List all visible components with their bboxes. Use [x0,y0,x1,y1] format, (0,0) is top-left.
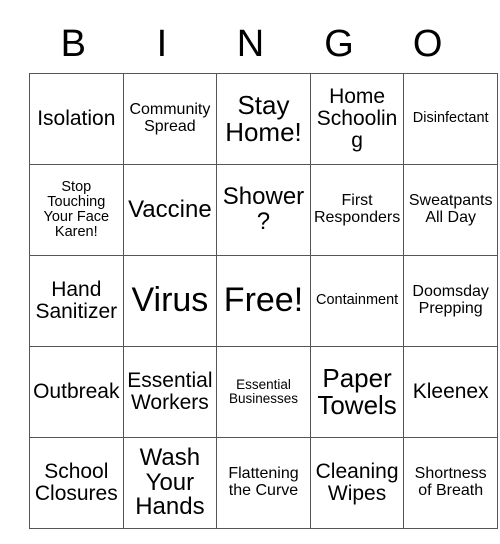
bingo-cell-label: Shortness of Breath [414,465,487,499]
bingo-card: B I N G O Isolation Community Spread Sta… [29,14,498,529]
bingo-cell-label: Shower? [222,183,305,235]
bingo-cell-label: Home Schooling [316,85,398,152]
bingo-cell-label: Kleenex [412,380,489,404]
bingo-cell-label: Cleaning Wipes [315,460,399,505]
bingo-cell-b1[interactable]: Isolation [29,73,124,165]
bingo-grid: Isolation Community Spread Stay Home! Ho… [29,73,498,529]
bingo-cell-o3[interactable]: Doomsday Prepping [403,255,498,347]
bingo-cell-label: School Closures [34,460,118,505]
bingo-cell-label: Virus [131,281,209,320]
bingo-row: Outbreak Essential Workers Essential Bus… [29,346,498,438]
bingo-cell-label: Wash Your Hands [135,443,205,521]
bingo-cell-o1[interactable]: Disinfectant [403,73,498,165]
bingo-cell-i5[interactable]: Wash Your Hands [122,437,218,529]
header-letter-i: I [156,22,168,65]
bingo-cell-g5[interactable]: Cleaning Wipes [309,437,405,529]
bingo-cell-g1[interactable]: Home Schooling [309,73,405,165]
bingo-row: Isolation Community Spread Stay Home! Ho… [29,73,498,165]
bingo-cell-label: Hand Sanitizer [35,278,118,323]
header-letter-b: B [60,22,86,65]
bingo-cell-label: Essential Workers [127,369,213,414]
bingo-cell-label: Paper Towels [317,362,397,420]
bingo-cell-label: Disinfectant [412,110,489,127]
bingo-cell-g4[interactable]: Paper Towels [309,346,405,438]
header-letter-n: N [236,22,265,65]
bingo-cell-label: Vaccine [128,195,212,223]
bingo-cell-label: First Responders [313,192,401,226]
bingo-cell-label: Stay Home! [225,89,302,147]
bingo-cell-n5[interactable]: Flattening the Curve [216,437,311,529]
bingo-cell-label: Doomsday Prepping [412,283,489,317]
bingo-cell-i4[interactable]: Essential Workers [122,346,218,438]
bingo-cell-label: Isolation [37,107,116,131]
bingo-cell-o2[interactable]: Sweatpants All Day [403,164,498,256]
bingo-row: Hand Sanitizer Virus Free! Containment D… [29,255,498,347]
bingo-cell-b2[interactable]: Stop Touching Your Face Karen! [29,164,124,256]
bingo-cell-label: Stop Touching Your Face Karen! [43,178,110,241]
bingo-cell-label: Community Spread [129,101,211,135]
bingo-row: Stop Touching Your Face Karen! Vaccine S… [29,164,498,256]
header-letter-o: O [412,22,443,65]
bingo-cell-i3[interactable]: Virus [122,255,218,347]
bingo-cell-n4[interactable]: Essential Businesses [216,346,311,438]
free-space-label: Free! [223,281,304,320]
bingo-header: B I N G O [29,14,473,73]
bingo-cell-o4[interactable]: Kleenex [403,346,498,438]
bingo-cell-i1[interactable]: Community Spread [122,73,218,165]
bingo-cell-g2[interactable]: First Responders [309,164,405,256]
header-letter-g: G [324,22,354,65]
bingo-cell-n1[interactable]: Stay Home! [216,73,311,165]
bingo-cell-g3[interactable]: Containment [309,255,405,347]
bingo-row: School Closures Wash Your Hands Flatteni… [29,437,498,529]
bingo-cell-b5[interactable]: School Closures [29,437,124,529]
bingo-cell-b4[interactable]: Outbreak [29,346,124,438]
bingo-cell-b3[interactable]: Hand Sanitizer [29,255,124,347]
bingo-cell-free-space[interactable]: Free! [216,255,311,347]
bingo-cell-n2[interactable]: Shower? [216,164,311,256]
bingo-cell-i2[interactable]: Vaccine [122,164,218,256]
bingo-cell-label: Sweatpants All Day [408,192,493,226]
bingo-cell-label: Essential Businesses [228,376,298,406]
bingo-cell-label: Containment [315,292,399,309]
bingo-cell-o5[interactable]: Shortness of Breath [403,437,498,529]
bingo-cell-label: Outbreak [33,380,120,404]
bingo-cell-label: Flattening the Curve [228,465,299,499]
